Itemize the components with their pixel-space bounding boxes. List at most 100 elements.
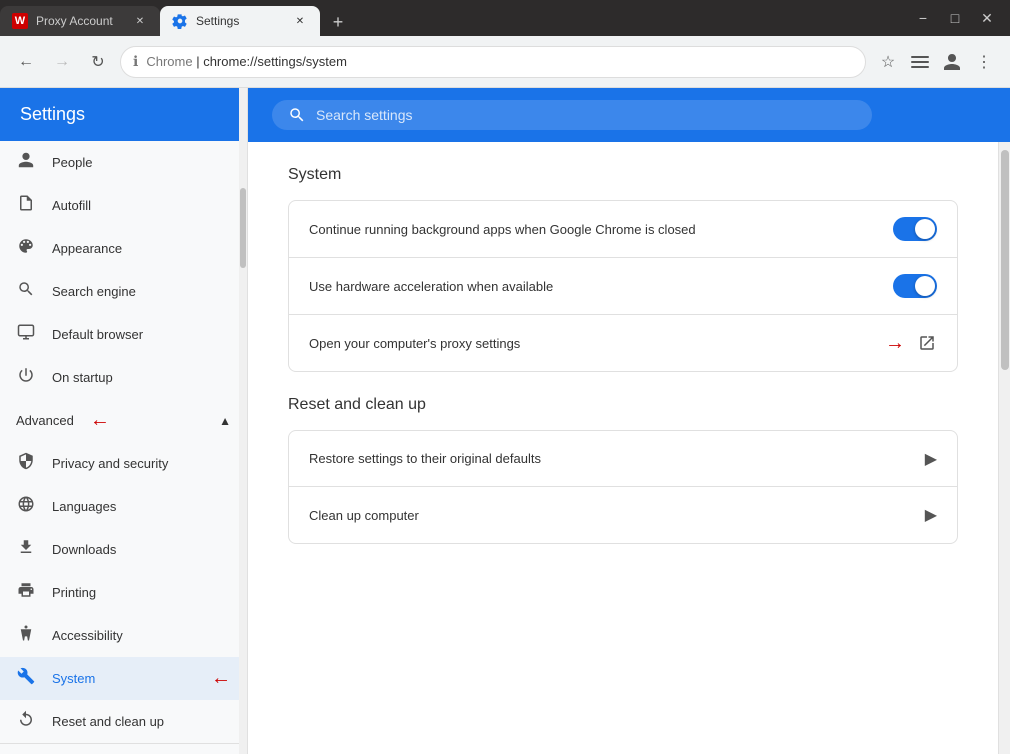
languages-label: Languages bbox=[52, 499, 116, 514]
sidebar-item-autofill[interactable]: Autofill bbox=[0, 184, 247, 227]
background-apps-row: Continue running background apps when Go… bbox=[289, 201, 957, 258]
cleanup-chevron: ▶ bbox=[925, 505, 937, 525]
sidebar-item-printing[interactable]: Printing bbox=[0, 571, 247, 614]
restore-defaults-label: Restore settings to their original defau… bbox=[309, 451, 925, 466]
maximize-button[interactable]: □ bbox=[940, 6, 970, 30]
accessibility-label: Accessibility bbox=[52, 628, 123, 643]
window-controls: − □ ✕ bbox=[900, 6, 1010, 30]
autofill-label: Autofill bbox=[52, 198, 91, 213]
default-browser-label: Default browser bbox=[52, 327, 143, 342]
account-icon[interactable] bbox=[938, 48, 966, 76]
new-tab-button[interactable]: + bbox=[324, 8, 352, 36]
advanced-section-header[interactable]: Advanced ← ▲ bbox=[0, 399, 247, 442]
settings-tab-close[interactable]: ✕ bbox=[292, 13, 308, 29]
system-section-title: System bbox=[288, 166, 958, 184]
background-apps-action bbox=[893, 217, 937, 241]
forward-button[interactable]: → bbox=[48, 48, 76, 76]
settings-tab-title: Settings bbox=[196, 14, 284, 28]
autofill-icon bbox=[16, 194, 36, 217]
sidebar-item-privacy[interactable]: Privacy and security bbox=[0, 442, 247, 485]
w-icon: W bbox=[12, 13, 28, 29]
hardware-accel-label: Use hardware acceleration when available bbox=[309, 279, 893, 294]
hardware-accel-row: Use hardware acceleration when available bbox=[289, 258, 957, 315]
reload-button[interactable]: ↻ bbox=[84, 48, 112, 76]
system-icon bbox=[16, 667, 36, 690]
system-label: System bbox=[52, 671, 95, 686]
settings-content: System Continue running background apps … bbox=[248, 142, 998, 754]
sidebar-item-search-engine[interactable]: Search engine bbox=[0, 270, 247, 313]
proxy-settings-action: → bbox=[885, 332, 937, 355]
address-bar: ← → ↻ ℹ Chrome | chrome://settings/syste… bbox=[0, 36, 1010, 88]
search-bar[interactable]: Search settings bbox=[272, 100, 872, 130]
sidebar-item-languages[interactable]: Languages bbox=[0, 485, 247, 528]
reset-label: Reset and clean up bbox=[52, 714, 164, 729]
chrome-menu-icon[interactable]: ⋮ bbox=[970, 48, 998, 76]
tab-bar: W Proxy Account ✕ Settings ✕ + bbox=[0, 0, 900, 36]
main-scroll-thumb bbox=[1001, 150, 1009, 370]
advanced-red-arrow: ← bbox=[90, 409, 110, 432]
bookmark-icon[interactable]: ☆ bbox=[874, 48, 902, 76]
url-label: chrome://settings/system bbox=[203, 54, 347, 69]
proxy-favicon: W bbox=[12, 13, 28, 29]
background-apps-label: Continue running background apps when Go… bbox=[309, 222, 893, 237]
sidebar-item-default-browser[interactable]: Default browser bbox=[0, 313, 247, 356]
privacy-icon bbox=[16, 452, 36, 475]
more-tools-icon[interactable] bbox=[906, 48, 934, 76]
sidebar-scrollbar[interactable] bbox=[239, 88, 247, 754]
advanced-collapse-arrow: ▲ bbox=[219, 414, 231, 428]
search-placeholder: Search settings bbox=[316, 107, 413, 123]
restore-defaults-chevron: ▶ bbox=[925, 449, 937, 469]
sidebar-item-downloads[interactable]: Downloads bbox=[0, 528, 247, 571]
lock-icon: ℹ bbox=[133, 53, 138, 70]
sidebar-item-extensions[interactable]: Extensions ↗ bbox=[0, 743, 247, 751]
appearance-icon bbox=[16, 237, 36, 260]
back-button[interactable]: ← bbox=[12, 48, 40, 76]
minimize-button[interactable]: − bbox=[908, 6, 938, 30]
tab-settings[interactable]: Settings ✕ bbox=[160, 6, 320, 36]
advanced-label: Advanced bbox=[16, 413, 74, 428]
settings-search-header: Search settings bbox=[248, 88, 1010, 142]
sidebar-item-people[interactable]: People bbox=[0, 141, 247, 184]
hardware-accel-toggle[interactable] bbox=[893, 274, 937, 298]
background-apps-toggle[interactable] bbox=[893, 217, 937, 241]
main-content: System Continue running background apps … bbox=[248, 142, 1010, 754]
people-label: People bbox=[52, 155, 92, 170]
on-startup-label: On startup bbox=[52, 370, 113, 385]
downloads-icon bbox=[16, 538, 36, 561]
proxy-tab-close[interactable]: ✕ bbox=[132, 13, 148, 29]
address-text: Chrome | chrome://settings/system bbox=[146, 54, 853, 69]
sidebar-item-accessibility[interactable]: Accessibility bbox=[0, 614, 247, 657]
sidebar-item-on-startup[interactable]: On startup bbox=[0, 356, 247, 399]
proxy-tab-title: Proxy Account bbox=[36, 14, 124, 28]
search-engine-label: Search engine bbox=[52, 284, 136, 299]
settings-sidebar-header: Settings bbox=[0, 88, 247, 141]
people-icon bbox=[16, 151, 36, 174]
proxy-settings-label: Open your computer's proxy settings bbox=[309, 336, 885, 351]
tab-proxy[interactable]: W Proxy Account ✕ bbox=[0, 6, 160, 36]
content-wrapper: System Continue running background apps … bbox=[248, 142, 1010, 754]
main-scrollbar[interactable] bbox=[998, 142, 1010, 754]
proxy-red-arrow: → bbox=[885, 332, 905, 355]
reset-icon bbox=[16, 710, 36, 733]
sidebar-item-system[interactable]: System ← bbox=[0, 657, 247, 700]
browser-content: Settings People Autofill bbox=[0, 88, 1010, 754]
sidebar: Settings People Autofill bbox=[0, 88, 248, 754]
settings-title: Settings bbox=[20, 104, 85, 124]
address-input[interactable]: ℹ Chrome | chrome://settings/system bbox=[120, 46, 866, 78]
close-button[interactable]: ✕ bbox=[972, 6, 1002, 30]
sidebar-item-reset[interactable]: Reset and clean up bbox=[0, 700, 247, 743]
sidebar-item-appearance[interactable]: Appearance bbox=[0, 227, 247, 270]
appearance-label: Appearance bbox=[52, 241, 122, 256]
restore-defaults-row[interactable]: Restore settings to their original defau… bbox=[289, 431, 957, 487]
printing-label: Printing bbox=[52, 585, 96, 600]
sidebar-scroll-thumb bbox=[240, 188, 246, 268]
default-browser-icon bbox=[16, 323, 36, 346]
accessibility-icon bbox=[16, 624, 36, 647]
sidebar-nav: People Autofill Appearance bbox=[0, 141, 247, 751]
cleanup-row[interactable]: Clean up computer ▶ bbox=[289, 487, 957, 543]
on-startup-icon bbox=[16, 366, 36, 389]
search-engine-icon bbox=[16, 280, 36, 303]
reset-section-title: Reset and clean up bbox=[288, 396, 958, 414]
search-icon bbox=[288, 106, 306, 124]
proxy-settings-row[interactable]: Open your computer's proxy settings → bbox=[289, 315, 957, 371]
